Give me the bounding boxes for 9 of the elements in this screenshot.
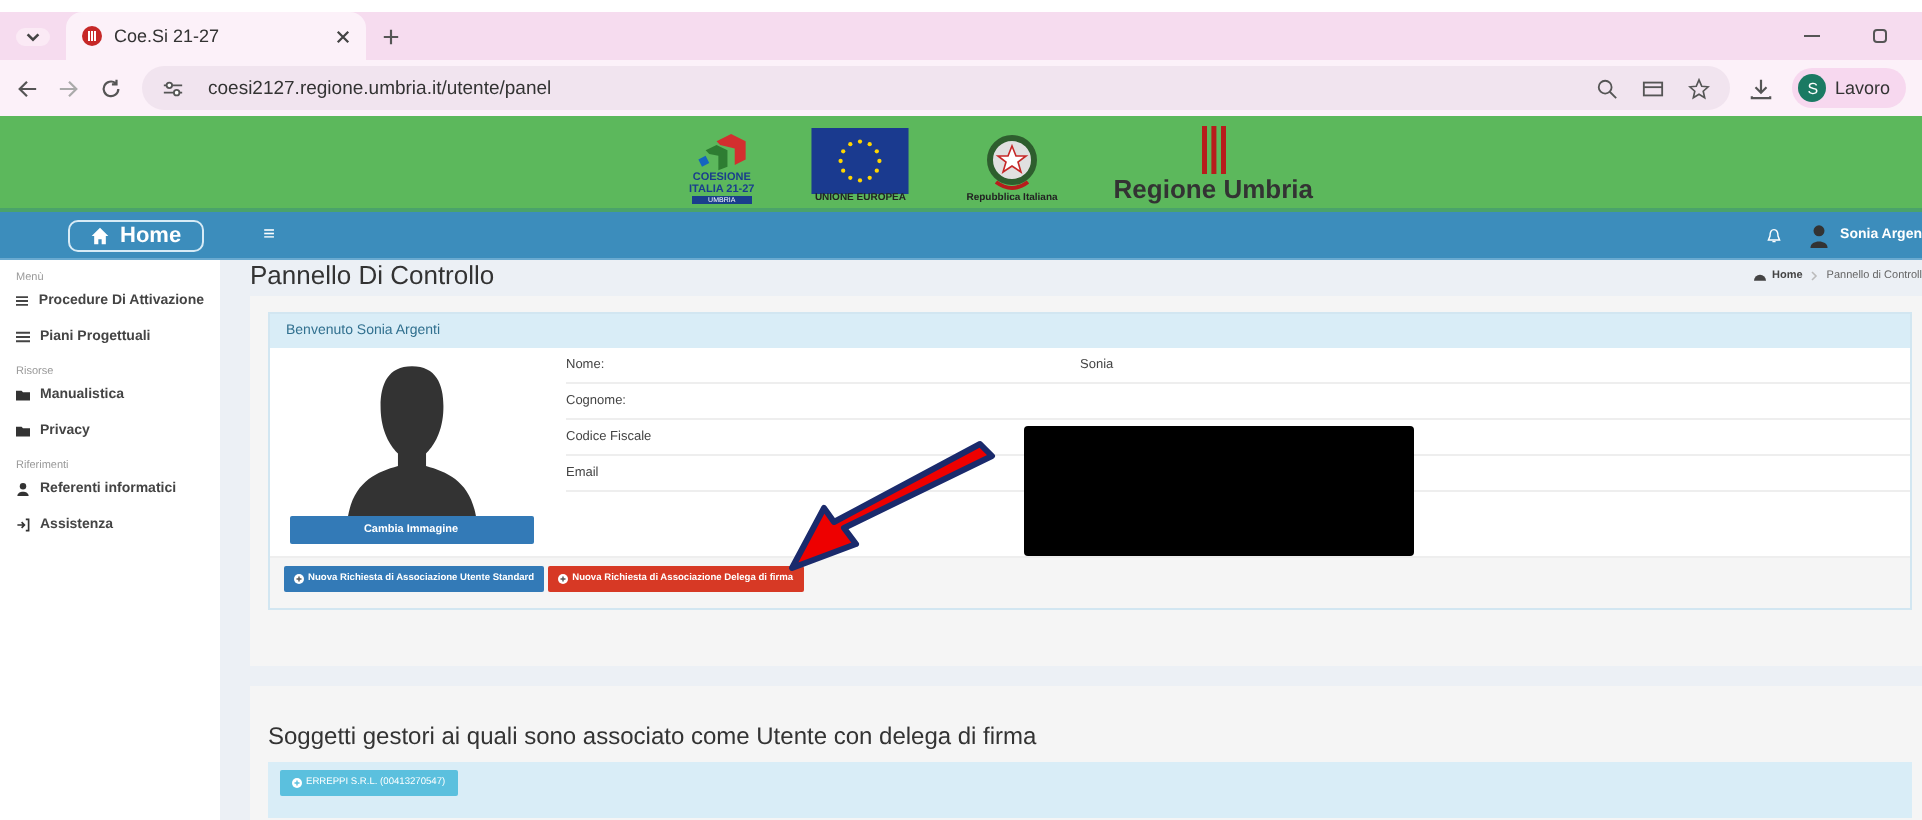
profile-button[interactable]: S Lavoro: [1792, 68, 1906, 108]
home-button[interactable]: Home: [68, 219, 204, 251]
menu-toggle[interactable]: ≡: [263, 224, 275, 246]
browser-tab[interactable]: Coe.Si 21-27: [66, 12, 366, 60]
section-title: Soggetti gestori ai quali sono associato come Utente con delega di firma: [268, 722, 1039, 750]
profile-avatar: S: [1798, 74, 1827, 102]
region-title: Regione Umbria: [1113, 174, 1313, 204]
address-bar[interactable]: coesi2127.regione.umbria.it/utente/panel: [142, 66, 1731, 110]
page-title: Pannello Di Controllo: [250, 260, 495, 290]
